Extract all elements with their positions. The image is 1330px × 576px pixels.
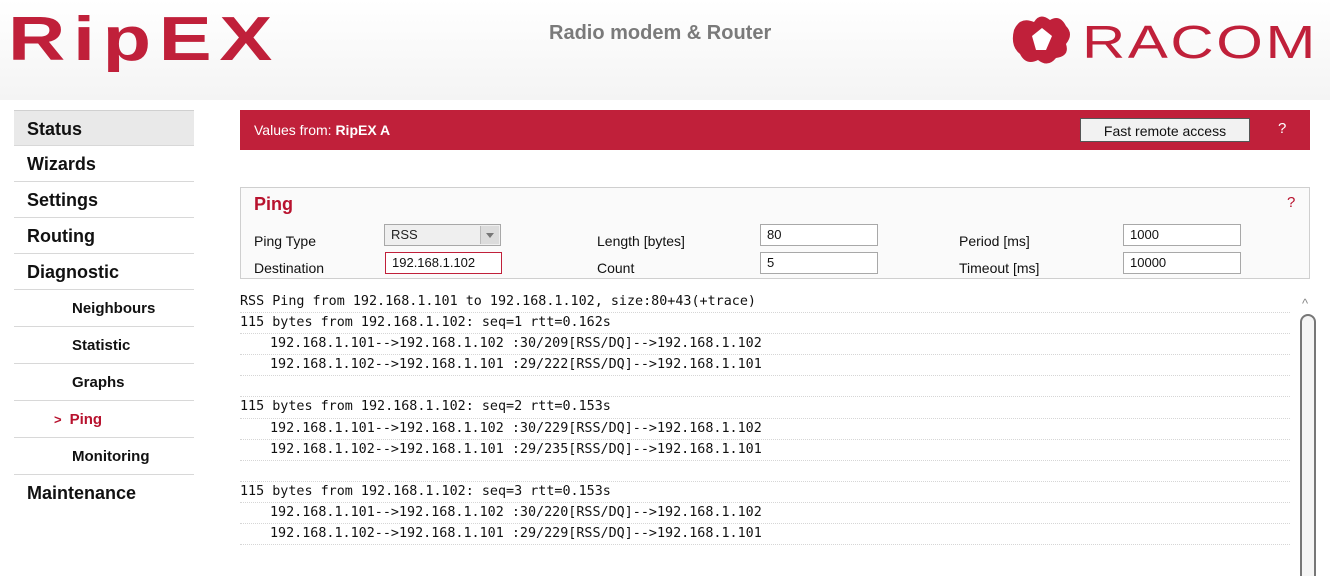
bar-help-icon[interactable]: ? [1278, 120, 1286, 137]
sidebar-subitem-graphs[interactable]: Graphs [14, 364, 194, 401]
header-tagline: Radio modem & Router [549, 22, 772, 44]
chevron-down-icon [480, 226, 499, 244]
period-input[interactable]: 1000 [1123, 224, 1241, 246]
ripex-logo[interactable]: RipEX [8, 6, 288, 72]
count-input[interactable]: 5 [760, 252, 878, 274]
racom-logo-text: RACOM [1082, 16, 1318, 68]
ping-output[interactable]: RSS Ping from 192.168.1.101 to 192.168.1… [240, 292, 1290, 576]
output-line: 192.168.1.101-->192.168.1.102 :30/220[RS… [240, 503, 1290, 525]
output-line: 192.168.1.101-->192.168.1.102 :30/229[RS… [240, 419, 1290, 440]
output-line: 192.168.1.102-->192.168.1.101 :29/229[RS… [240, 524, 1290, 546]
output-line: 115 bytes from 192.168.1.102: seq=1 rtt=… [240, 313, 1290, 335]
fast-remote-access-button[interactable]: Fast remote access [1080, 118, 1250, 142]
sidebar-subitem-ping-label: Ping [69, 411, 103, 428]
values-from-label: Values from: [254, 122, 336, 138]
output-line: RSS Ping from 192.168.1.101 to 192.168.1… [240, 292, 1290, 314]
destination-input[interactable]: 192.168.1.102 [385, 252, 502, 274]
period-label: Period [ms] [959, 233, 1030, 249]
active-marker-icon: > [54, 412, 62, 427]
sidebar-item-status[interactable]: Status [14, 110, 194, 146]
ripex-logo-text: RipEX [8, 6, 280, 72]
destination-label: Destination [254, 260, 325, 276]
output-line [240, 376, 1290, 398]
sidebar-subitem-ping[interactable]: > Ping [14, 401, 194, 438]
scrollbar-thumb[interactable] [1300, 314, 1316, 576]
output-line: 192.168.1.101-->192.168.1.102 :30/209[RS… [240, 334, 1290, 356]
sidebar-subitem-statistic[interactable]: Statistic [14, 327, 194, 364]
length-input[interactable]: 80 [760, 224, 878, 246]
sidebar-menu: Status Wizards Settings Routing Diagnost… [14, 110, 194, 511]
output-line: 115 bytes from 192.168.1.102: seq=3 rtt=… [240, 482, 1290, 503]
ping-title: Ping [254, 194, 293, 214]
sidebar-subitem-neighbours[interactable]: Neighbours [14, 290, 194, 327]
racom-logo[interactable]: RACOM [1010, 10, 1322, 70]
length-label: Length [bytes] [597, 233, 685, 249]
timeout-label: Timeout [ms] [959, 260, 1040, 276]
sidebar-item-wizards[interactable]: Wizards [14, 146, 194, 182]
sidebar-item-routing[interactable]: Routing [14, 218, 194, 254]
output-line: 192.168.1.102-->192.168.1.101 :29/235[RS… [240, 440, 1290, 461]
ping-help-icon[interactable]: ? [1287, 194, 1295, 211]
ping-type-value: RSS [391, 227, 418, 242]
output-line: 115 bytes from 192.168.1.102: seq=2 rtt=… [240, 397, 1290, 419]
sidebar-item-settings[interactable]: Settings [14, 182, 194, 218]
values-from: Values from: RipEX A [254, 122, 390, 138]
sidebar-item-diagnostic[interactable]: Diagnostic [14, 254, 194, 290]
header: RipEX Radio modem & Router RACOM [0, 0, 1330, 100]
ping-panel: Ping ? Ping Type RSS Destination 192.168… [240, 187, 1310, 279]
ping-type-select[interactable]: RSS [384, 224, 501, 246]
output-line [240, 461, 1290, 482]
output-scrollbar[interactable]: ^ [1296, 292, 1322, 576]
sidebar-item-maintenance[interactable]: Maintenance [14, 475, 194, 511]
device-name: RipEX A [335, 122, 391, 138]
chevron-up-icon[interactable]: ^ [1302, 296, 1308, 311]
count-label: Count [597, 260, 635, 276]
ping-type-label: Ping Type [254, 233, 317, 249]
output-line: 192.168.1.102-->192.168.1.101 :29/222[RS… [240, 355, 1290, 377]
values-from-bar: Values from: RipEX A Fast remote access … [240, 110, 1310, 150]
timeout-input[interactable]: 10000 [1123, 252, 1241, 274]
sidebar-subitem-monitoring[interactable]: Monitoring [14, 438, 194, 475]
racom-leaf-icon [1012, 16, 1070, 64]
